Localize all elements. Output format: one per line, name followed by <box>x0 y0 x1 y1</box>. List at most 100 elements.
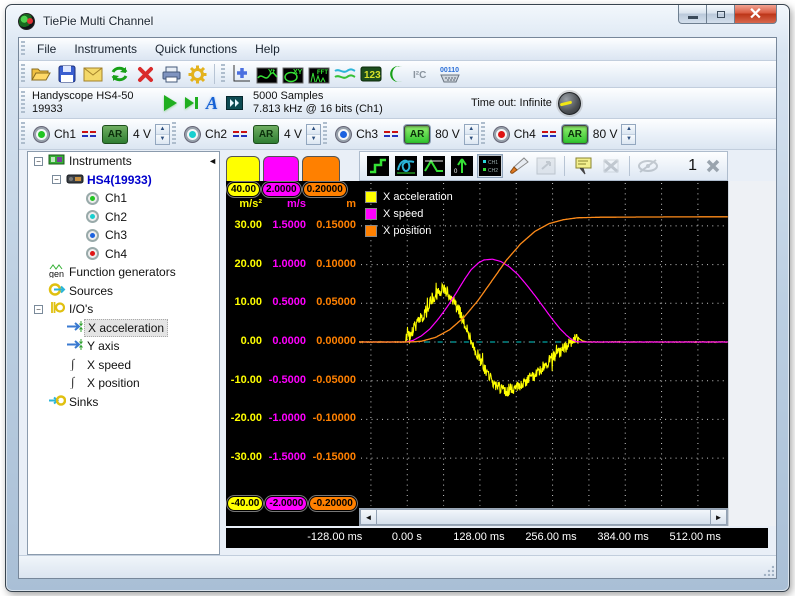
tree-item-function-generators[interactable]: genFunction generators <box>28 263 219 282</box>
scroll-left-arrow-icon[interactable]: ◄ <box>360 509 377 525</box>
settings-button[interactable] <box>185 63 209 86</box>
autorange-button-ch1[interactable]: AR <box>102 125 128 144</box>
autorange-button-ch4[interactable]: AR <box>562 125 588 144</box>
tree-item-y-axis[interactable]: Y axis <box>28 337 219 356</box>
stepper-up-icon[interactable]: ▲ <box>307 125 320 135</box>
email-button[interactable] <box>81 63 105 86</box>
plot-scrollbar[interactable]: ◄ ► <box>359 508 728 526</box>
coupling-icon[interactable] <box>82 131 96 137</box>
soft-rise-button[interactable] <box>393 154 419 178</box>
start-button[interactable] <box>164 95 177 111</box>
bnc-icon[interactable] <box>185 127 200 142</box>
crescent-button[interactable] <box>385 63 409 86</box>
channel-grip[interactable] <box>21 122 25 146</box>
menu-quick-functions[interactable]: Quick functions <box>146 39 246 59</box>
stepper-up-icon[interactable]: ▲ <box>156 125 169 135</box>
tree-expander-icon[interactable]: − <box>34 157 43 166</box>
graph-close-button[interactable] <box>703 156 723 176</box>
menu-file[interactable]: File <box>28 39 65 59</box>
channel-grip[interactable] <box>323 122 327 146</box>
menu-grip[interactable] <box>21 41 25 57</box>
stepper-down-icon[interactable]: ▼ <box>622 135 635 144</box>
value-display-button[interactable]: 123 <box>359 63 383 86</box>
toolbar-grip-2[interactable] <box>221 64 225 84</box>
serial-button[interactable]: 00110 <box>437 63 461 86</box>
resize-grip[interactable] <box>762 564 774 576</box>
axis-top-pill-x-position[interactable]: 0.20000 <box>303 182 347 197</box>
axis-bottom-pill-x-position[interactable]: -0.20000 <box>309 496 356 511</box>
tree-item-ch1[interactable]: Ch1 <box>28 189 219 208</box>
menu-help[interactable]: Help <box>246 39 289 59</box>
bnc-icon[interactable] <box>494 127 509 142</box>
coupling-icon[interactable] <box>233 131 247 137</box>
autosetup-button[interactable]: A <box>206 93 218 114</box>
open-button[interactable] <box>29 63 53 86</box>
axis-top-pill-x-acceleration[interactable]: 40.00 <box>227 182 260 197</box>
minimize-button[interactable] <box>678 5 707 24</box>
tree-item-instruments[interactable]: −Instruments <box>28 152 219 171</box>
axis-top-pill-x-speed[interactable]: 2.0000 <box>262 182 301 197</box>
tree-item-ch2[interactable]: Ch2 <box>28 208 219 227</box>
tree-item-ch3[interactable]: Ch3 <box>28 226 219 245</box>
range-stepper[interactable]: ▲▼ <box>621 124 636 145</box>
tree-expander-icon[interactable]: − <box>34 305 43 314</box>
channel-grip[interactable] <box>481 122 485 146</box>
visibility-button[interactable] <box>635 154 661 178</box>
envelope-button[interactable] <box>421 154 447 178</box>
streaming-button[interactable] <box>226 96 243 110</box>
stepper-down-icon[interactable]: ▼ <box>307 135 320 144</box>
add-graph-button[interactable] <box>229 63 253 86</box>
axis-tab-x-speed[interactable] <box>263 156 299 181</box>
menu-instruments[interactable]: Instruments <box>65 39 146 59</box>
stepper-up-icon[interactable]: ▲ <box>622 125 635 135</box>
coupling-icon[interactable] <box>384 131 398 137</box>
fft-graph-button[interactable]: FFT <box>307 63 331 86</box>
channel-list-button[interactable]: CH1CH2 <box>477 154 503 178</box>
coupling-icon[interactable] <box>542 131 556 137</box>
autorange-button-ch3[interactable]: AR <box>404 125 430 144</box>
save-button[interactable] <box>55 63 79 86</box>
bnc-icon[interactable] <box>336 127 351 142</box>
plot-area[interactable]: X accelerationX speedX position <box>359 181 728 508</box>
title-bar[interactable]: TiePie Multi Channel ✕ <box>6 5 789 37</box>
toolbar-grip-1[interactable] <box>21 64 25 84</box>
yt-graph-button[interactable]: Yt <box>255 63 279 86</box>
channel-grip[interactable] <box>172 122 176 146</box>
refresh-button[interactable] <box>107 63 131 86</box>
paint-button[interactable] <box>505 154 531 178</box>
multimeter-button[interactable] <box>333 63 357 86</box>
tree-expander-icon[interactable]: − <box>52 175 61 184</box>
delete-button[interactable] <box>133 63 157 86</box>
i2c-button[interactable]: I²C <box>411 63 435 86</box>
axis-tab-x-position[interactable] <box>302 156 340 181</box>
one-shot-button[interactable] <box>185 97 198 109</box>
autoscale-button[interactable]: 0 <box>449 154 475 178</box>
resize-button[interactable] <box>533 154 559 178</box>
tree-item-ch4[interactable]: Ch4 <box>28 245 219 264</box>
close-button[interactable]: ✕ <box>735 5 777 24</box>
tree-collapse-icon[interactable]: ◄ <box>208 156 217 166</box>
tree-item-hs4-19933[interactable]: −HS4(19933) <box>28 171 219 190</box>
interpolation-button[interactable] <box>365 154 391 178</box>
timeout-knob[interactable] <box>558 92 581 115</box>
maximize-button[interactable] <box>707 5 735 24</box>
comment-button[interactable] <box>570 154 596 178</box>
bnc-icon[interactable] <box>34 127 49 142</box>
tree-item-x-acceleration[interactable]: X acceleration <box>28 319 219 338</box>
tree-item-x-speed[interactable]: ∫X speed <box>28 356 219 375</box>
stepper-down-icon[interactable]: ▼ <box>156 135 169 144</box>
tree-item-i-o-s[interactable]: −I/O's <box>28 300 219 319</box>
axis-tab-x-acceleration[interactable] <box>226 156 260 181</box>
range-stepper[interactable]: ▲▼ <box>155 124 170 145</box>
xy-graph-button[interactable]: XY <box>281 63 305 86</box>
delete-graph-button[interactable] <box>598 154 624 178</box>
stepper-up-icon[interactable]: ▲ <box>465 125 478 135</box>
autorange-button-ch2[interactable]: AR <box>253 125 279 144</box>
tree-item-sources[interactable]: Sources <box>28 282 219 301</box>
instrument-grip[interactable] <box>21 91 25 115</box>
axis-bottom-pill-x-speed[interactable]: -2.0000 <box>265 496 307 511</box>
stepper-down-icon[interactable]: ▼ <box>465 135 478 144</box>
tree-item-sinks[interactable]: Sinks <box>28 393 219 412</box>
scroll-thumb[interactable] <box>377 509 710 525</box>
print-button[interactable] <box>159 63 183 86</box>
